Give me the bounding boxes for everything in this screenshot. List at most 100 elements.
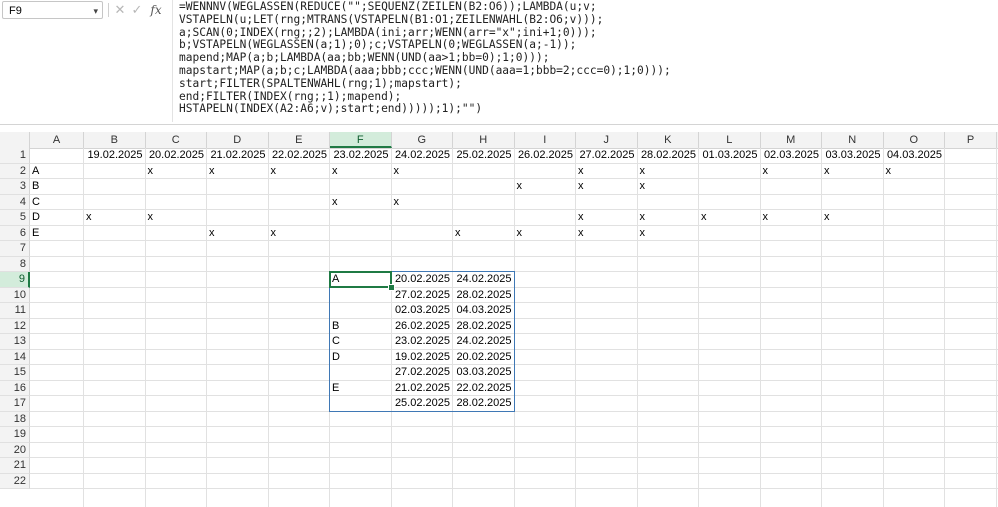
mark-cell[interactable]: x [394,164,400,180]
column-header-m[interactable]: M [761,132,822,148]
row-header-8[interactable]: 8 [0,256,30,272]
mark-cell[interactable]: x [394,195,400,211]
row-header-15[interactable]: 15 [0,365,30,381]
row-header-7[interactable]: 7 [0,241,30,257]
date-header-cell[interactable]: 21.02.2025 [207,148,265,164]
result-start-cell[interactable]: 02.03.2025 [392,303,450,319]
result-start-cell[interactable]: 20.02.2025 [392,272,450,288]
column-header-d[interactable]: D [207,132,269,148]
column-header-i[interactable]: I [515,132,576,148]
mark-cell[interactable]: x [824,210,830,226]
row-header-9[interactable]: 9 [0,272,30,288]
mark-cell[interactable]: x [763,210,769,226]
mark-cell[interactable]: x [640,179,646,195]
row-header-11[interactable]: 11 [0,303,30,319]
mark-cell[interactable]: x [517,226,523,242]
row-label-cell[interactable]: D [32,210,40,226]
row-header-1[interactable]: 1 [0,148,30,164]
select-all-corner[interactable] [0,132,30,148]
date-header-cell[interactable]: 19.02.2025 [84,148,142,164]
date-header-cell[interactable]: 22.02.2025 [269,148,327,164]
mark-cell[interactable]: x [332,195,338,211]
result-end-cell[interactable]: 28.02.2025 [453,319,511,335]
result-start-cell[interactable]: 26.02.2025 [392,319,450,335]
result-end-cell[interactable]: 20.02.2025 [453,350,511,366]
column-header-n[interactable]: N [822,132,884,148]
mark-cell[interactable]: x [209,226,215,242]
row-label-cell[interactable]: A [32,164,39,180]
column-header-j[interactable]: J [576,132,638,148]
date-header-cell[interactable]: 04.03.2025 [884,148,942,164]
chevron-down-icon[interactable]: ▾ [93,2,98,20]
column-header-c[interactable]: C [146,132,207,148]
mark-cell[interactable]: x [640,164,646,180]
result-end-cell[interactable]: 28.02.2025 [453,288,511,304]
mark-cell[interactable]: x [517,179,523,195]
mark-cell[interactable]: x [824,164,830,180]
result-end-cell[interactable]: 04.03.2025 [453,303,511,319]
result-start-cell[interactable]: 25.02.2025 [392,396,450,412]
fx-icon[interactable]: fx [148,1,164,19]
row-header-22[interactable]: 22 [0,473,30,489]
column-header-b[interactable]: B [84,132,146,148]
row-label-cell[interactable]: C [32,195,40,211]
row-header-14[interactable]: 14 [0,349,30,365]
date-header-cell[interactable]: 26.02.2025 [515,148,573,164]
mark-cell[interactable]: x [578,179,584,195]
mark-cell[interactable]: x [578,210,584,226]
row-header-20[interactable]: 20 [0,442,30,458]
result-start-cell[interactable]: 27.02.2025 [392,365,450,381]
name-box[interactable]: F9 ▾ [2,1,103,19]
mark-cell[interactable]: x [763,164,769,180]
row-header-13[interactable]: 13 [0,334,30,350]
result-name-cell[interactable]: E [332,381,339,397]
result-end-cell[interactable]: 24.02.2025 [453,272,511,288]
row-label-cell[interactable]: B [32,179,39,195]
fill-handle[interactable] [387,283,395,291]
formula-input[interactable]: =WENNNV(WEGLASSEN(REDUCE("";SEQUENZ(ZEIL… [172,0,996,122]
result-start-cell[interactable]: 23.02.2025 [392,334,450,350]
active-cell-selection[interactable] [329,271,392,288]
row-label-cell[interactable]: E [32,226,39,242]
result-end-cell[interactable]: 22.02.2025 [453,381,511,397]
row-header-21[interactable]: 21 [0,458,30,474]
row-header-6[interactable]: 6 [0,225,30,241]
result-name-cell[interactable]: C [332,334,340,350]
column-header-a[interactable]: A [30,132,84,148]
mark-cell[interactable]: x [271,164,277,180]
date-header-cell[interactable]: 02.03.2025 [761,148,819,164]
x-icon[interactable]: ✕ [113,1,127,19]
column-header-h[interactable]: H [453,132,515,148]
mark-cell[interactable]: x [640,210,646,226]
column-header-k[interactable]: K [638,132,699,148]
check-icon[interactable]: ✓ [130,1,144,19]
row-header-12[interactable]: 12 [0,318,30,334]
column-header-o[interactable]: O [884,132,945,148]
date-header-cell[interactable]: 27.02.2025 [576,148,634,164]
date-header-cell[interactable]: 24.02.2025 [392,148,450,164]
row-header-17[interactable]: 17 [0,396,30,412]
date-header-cell[interactable]: 20.02.2025 [146,148,204,164]
mark-cell[interactable]: x [148,210,154,226]
column-header-f[interactable]: F [330,132,392,148]
mark-cell[interactable]: x [640,226,646,242]
row-header-18[interactable]: 18 [0,411,30,427]
mark-cell[interactable]: x [578,164,584,180]
date-header-cell[interactable]: 28.02.2025 [638,148,696,164]
date-header-cell[interactable]: 25.02.2025 [453,148,511,164]
mark-cell[interactable]: x [271,226,277,242]
column-header-p[interactable]: P [945,132,997,148]
row-header-5[interactable]: 5 [0,210,30,226]
result-name-cell[interactable]: B [332,319,339,335]
result-start-cell[interactable]: 27.02.2025 [392,288,450,304]
result-end-cell[interactable]: 24.02.2025 [453,334,511,350]
row-header-19[interactable]: 19 [0,427,30,443]
mark-cell[interactable]: x [209,164,215,180]
result-end-cell[interactable]: 28.02.2025 [453,396,511,412]
mark-cell[interactable]: x [886,164,892,180]
mark-cell[interactable]: x [148,164,154,180]
result-start-cell[interactable]: 21.02.2025 [392,381,450,397]
date-header-cell[interactable]: 03.03.2025 [822,148,880,164]
result-end-cell[interactable]: 03.03.2025 [453,365,511,381]
row-header-4[interactable]: 4 [0,194,30,210]
